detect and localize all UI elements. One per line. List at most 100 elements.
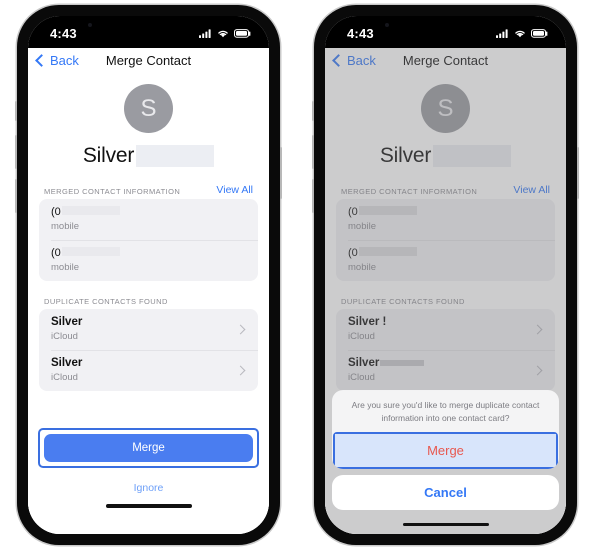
chevron-left-icon <box>332 53 345 67</box>
home-indicator-container <box>28 494 269 534</box>
silent-switch[interactable] <box>312 101 314 121</box>
status-icon-group <box>199 28 251 38</box>
status-bar: 4:43 <box>325 16 566 48</box>
footer-actions: Merge Ignore <box>28 428 269 534</box>
merged-info-row[interactable]: (0 mobile <box>39 199 258 240</box>
chevron-right-icon <box>235 324 246 334</box>
chevron-right-icon <box>532 324 543 334</box>
duplicate-contact-row[interactable]: Silver iCloud <box>39 309 258 350</box>
sheet-merge-button[interactable]: Merge <box>335 434 556 467</box>
duplicate-contact-name-wrap: Silver <box>348 357 534 369</box>
contact-last-name-redacted <box>136 145 215 167</box>
merge-button[interactable]: Merge <box>44 434 253 462</box>
duplicate-contact-account: iCloud <box>51 331 78 342</box>
app-container-left: Back Merge Contact S Silver MERGED CONTA… <box>28 38 269 534</box>
silent-switch[interactable] <box>15 101 17 121</box>
merged-section-header: MERGED CONTACT INFORMATION View All <box>28 184 269 199</box>
merged-info-value-redacted <box>61 247 120 256</box>
view-all-link[interactable]: View All <box>513 184 550 196</box>
notch <box>399 16 492 39</box>
scroll-content-left: S Silver MERGED CONTACT INFORMATION View… <box>28 78 269 428</box>
view-all-link[interactable]: View All <box>216 184 253 196</box>
back-button-label: Back <box>347 52 376 68</box>
action-sheet-group: Are you sure you'd like to merge duplica… <box>332 390 559 469</box>
screenshot-stage: 4:43 Back Merge Contact S Silver MERGED … <box>0 0 592 550</box>
merged-info-value: (0 <box>348 247 358 259</box>
merged-info-value-wrap: (0 <box>348 206 543 218</box>
merged-section-label: MERGED CONTACT INFORMATION <box>341 187 478 196</box>
merged-info-label: mobile <box>348 221 376 232</box>
contact-first-name: Silver <box>82 144 135 167</box>
front-camera-icon <box>88 23 92 27</box>
wifi-icon <box>515 30 525 37</box>
avatar-container: S <box>28 84 269 133</box>
back-button[interactable]: Back <box>35 52 79 68</box>
merged-info-row[interactable]: (0 mobile <box>336 240 555 281</box>
merged-info-label: mobile <box>348 262 376 273</box>
notch <box>102 16 195 39</box>
merge-action-sheet: Are you sure you'd like to merge duplica… <box>332 390 559 510</box>
merged-info-value-wrap: (0 <box>51 206 246 218</box>
merged-info-value-wrap: (0 <box>348 247 543 259</box>
chevron-right-icon <box>235 365 246 375</box>
duplicate-contact-name-redacted <box>380 360 425 366</box>
chevron-left-icon <box>35 53 48 67</box>
merge-button-annotation-highlight: Merge <box>38 428 259 468</box>
duplicate-contact-name: Silver ! <box>348 316 387 328</box>
merged-info-value: (0 <box>51 206 61 218</box>
volume-down-button[interactable] <box>15 179 17 213</box>
contact-last-name-redacted <box>433 145 512 167</box>
status-bar: 4:43 <box>28 16 269 48</box>
merged-info-row[interactable]: (0 mobile <box>39 240 258 281</box>
duplicate-contact-row[interactable]: Silver iCloud <box>39 350 258 391</box>
duplicate-contact-name: Silver <box>51 316 83 328</box>
merged-info-label: mobile <box>51 262 79 273</box>
merged-info-row[interactable]: (0 mobile <box>336 199 555 240</box>
cellular-bars-icon <box>496 28 508 38</box>
duplicate-contacts-card: Silver iCloud Silver iCloud <box>39 309 258 391</box>
sheet-cancel-button[interactable]: Cancel <box>332 475 559 510</box>
merged-info-label: mobile <box>51 221 79 232</box>
ignore-button[interactable]: Ignore <box>28 468 269 494</box>
scroll-content-right: S Silver MERGED CONTACT INFORMATION View… <box>325 78 566 428</box>
duplicate-contact-row[interactable]: Silver ! iCloud <box>336 309 555 350</box>
iphone-left: 4:43 Back Merge Contact S Silver MERGED … <box>15 5 282 545</box>
duplicate-contact-name: Silver <box>348 357 380 369</box>
contact-name: Silver <box>325 144 566 168</box>
merged-info-value: (0 <box>51 247 61 259</box>
battery-icon <box>531 28 548 38</box>
duplicate-contact-row[interactable]: Silver iCloud <box>336 350 555 391</box>
front-camera-icon <box>385 23 389 27</box>
status-time: 4:43 <box>50 25 77 41</box>
power-button[interactable] <box>280 147 282 199</box>
cellular-bars-icon <box>199 28 211 38</box>
duplicate-contact-account: iCloud <box>51 372 78 383</box>
volume-down-button[interactable] <box>312 179 314 213</box>
merged-info-value: (0 <box>348 206 358 218</box>
merged-info-value-redacted <box>358 206 417 215</box>
power-button[interactable] <box>577 147 579 199</box>
action-sheet-message: Are you sure you'd like to merge duplica… <box>351 400 540 423</box>
duplicates-section-label: DUPLICATE CONTACTS FOUND <box>341 297 465 306</box>
duplicates-section-header: DUPLICATE CONTACTS FOUND <box>28 297 269 309</box>
merged-info-value-wrap: (0 <box>51 247 246 259</box>
sheet-merge-annotation-highlight: Merge <box>333 432 558 469</box>
merged-section-header: MERGED CONTACT INFORMATION View All <box>325 184 566 199</box>
volume-up-button[interactable] <box>15 135 17 169</box>
iphone-right: 4:43 Back Merge Contact S Silver MERGED … <box>312 5 579 545</box>
duplicate-contact-account: iCloud <box>348 331 375 342</box>
back-button-label: Back <box>50 52 79 68</box>
duplicates-section-label: DUPLICATE CONTACTS FOUND <box>44 297 168 306</box>
avatar-container: S <box>325 84 566 133</box>
home-indicator[interactable] <box>105 504 192 508</box>
home-indicator[interactable] <box>402 522 489 526</box>
volume-up-button[interactable] <box>312 135 314 169</box>
status-time: 4:43 <box>347 25 374 41</box>
back-button[interactable]: Back <box>332 52 376 68</box>
duplicates-section-header: DUPLICATE CONTACTS FOUND <box>325 297 566 309</box>
wifi-icon <box>218 30 228 37</box>
merged-info-value-redacted <box>61 206 120 215</box>
screen-right: 4:43 Back Merge Contact S Silver MERGED … <box>325 16 566 534</box>
merged-section-label: MERGED CONTACT INFORMATION <box>44 187 181 196</box>
chevron-right-icon <box>532 365 543 375</box>
